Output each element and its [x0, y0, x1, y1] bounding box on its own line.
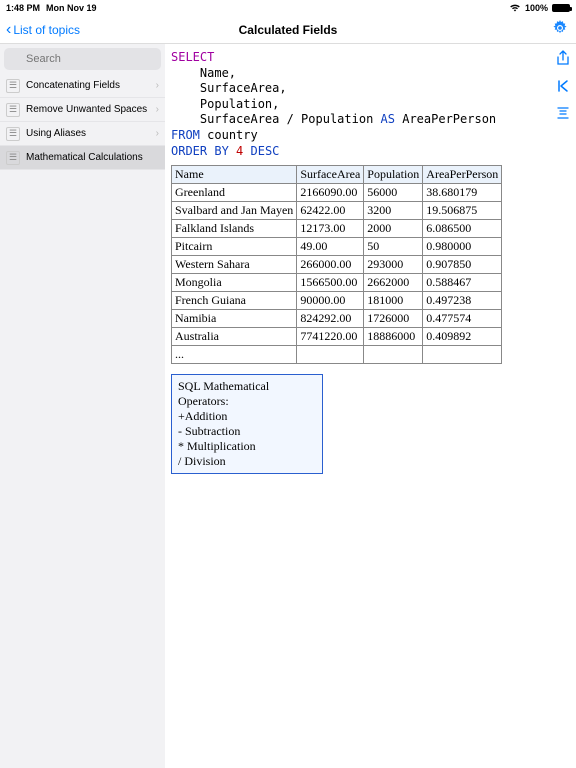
sidebar-item-1[interactable]: ☰ Remove Unwanted Spaces› [0, 98, 165, 122]
topic-label: Mathematical Calculations [26, 152, 159, 163]
topic-icon: ☰ [6, 103, 20, 117]
sidebar-item-2[interactable]: ☰ Using Aliases› [0, 122, 165, 146]
right-toolbar [556, 50, 570, 123]
battery-icon [552, 4, 570, 12]
content-pane: SELECT Name, SurfaceArea, Population, Su… [165, 44, 576, 768]
nav-bar: ‹ List of topics Calculated Fields [0, 16, 576, 44]
back-label: List of topics [13, 23, 80, 37]
col-header: AreaPerPerson [423, 166, 502, 184]
col-header: Population [364, 166, 423, 184]
table-row: Namibia824292.0017260000.477574 [172, 310, 502, 328]
topic-icon: ☰ [6, 151, 20, 165]
result-table: NameSurfaceAreaPopulationAreaPerPerson G… [171, 165, 502, 364]
status-date: Mon Nov 19 [46, 3, 97, 13]
status-time: 1:48 PM [6, 3, 40, 13]
topic-label: Remove Unwanted Spaces [26, 104, 156, 115]
table-row: French Guiana90000.001810000.497238 [172, 292, 502, 310]
table-row: Greenland2166090.005600038.680179 [172, 184, 502, 202]
page-title: Calculated Fields [0, 23, 576, 37]
sidebar-item-3[interactable]: ☰ Mathematical Calculations [0, 146, 165, 170]
col-header: SurfaceArea [297, 166, 364, 184]
topic-label: Using Aliases [26, 128, 156, 139]
sql-code: SELECT Name, SurfaceArea, Population, Su… [171, 50, 572, 159]
table-row: Mongolia1566500.0026620000.588467 [172, 274, 502, 292]
table-row: Pitcairn49.00500.980000 [172, 238, 502, 256]
sidebar-item-0[interactable]: ☰ Concatenating Fields› [0, 74, 165, 98]
share-button[interactable] [556, 50, 570, 69]
operators-note: SQL Mathematical Operators: +Addition - … [171, 374, 323, 474]
status-bar: 1:48 PM Mon Nov 19 100% [0, 0, 576, 16]
settings-button[interactable] [552, 20, 568, 39]
chevron-right-icon: › [156, 80, 159, 91]
battery-pct: 100% [525, 3, 548, 13]
col-header: Name [172, 166, 297, 184]
chevron-right-icon: › [156, 128, 159, 139]
topic-label: Concatenating Fields [26, 80, 156, 91]
table-row: Western Sahara266000.002930000.907850 [172, 256, 502, 274]
back-button[interactable]: ‹ List of topics [6, 21, 80, 39]
topic-icon: ☰ [6, 79, 20, 93]
go-first-button[interactable] [556, 79, 570, 96]
table-row: Falkland Islands12173.0020006.086500 [172, 220, 502, 238]
table-row: Svalbard and Jan Mayen62422.00320019.506… [172, 202, 502, 220]
wifi-icon [509, 3, 521, 14]
table-row: Australia7741220.00188860000.409892 [172, 328, 502, 346]
sidebar: ☰Concatenating Fields›☰Remove Unwanted S… [0, 44, 165, 768]
search-input[interactable] [4, 48, 161, 70]
topic-icon: ☰ [6, 127, 20, 141]
chevron-right-icon: › [156, 104, 159, 115]
table-row: ... [172, 346, 502, 364]
go-last-button[interactable] [556, 106, 570, 123]
chevron-left-icon: ‹ [6, 21, 11, 39]
